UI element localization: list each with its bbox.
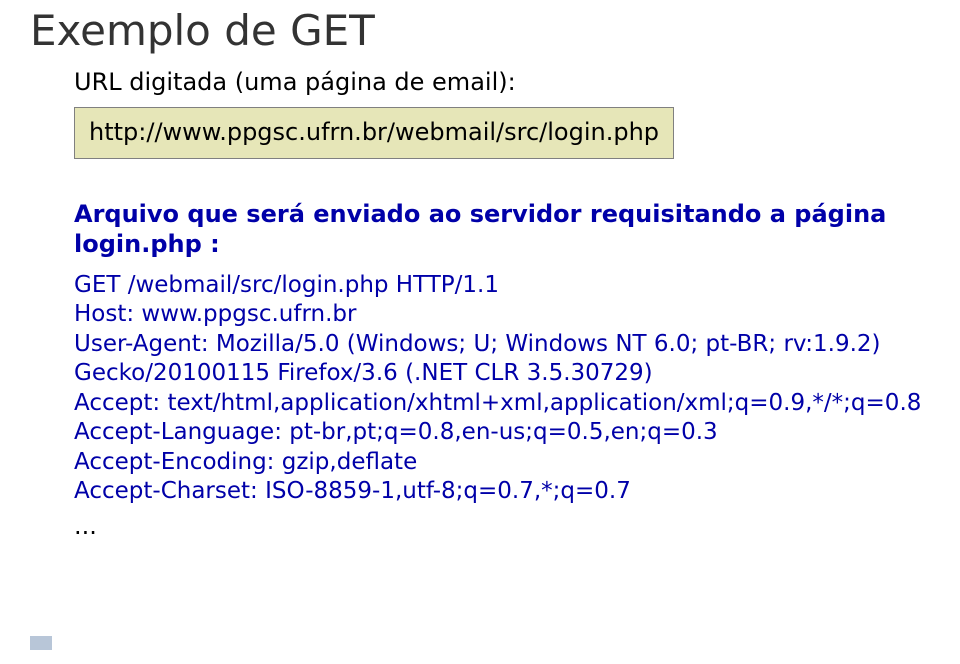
footer-decorative-square xyxy=(30,636,52,650)
http-request-line: Accept-Charset: ISO-8859-1,utf-8;q=0.7,*… xyxy=(74,477,930,506)
http-request-line: Accept: text/html,application/xhtml+xml,… xyxy=(74,389,930,418)
url-box: http://www.ppgsc.ufrn.br/webmail/src/log… xyxy=(74,107,674,159)
ellipsis: ... xyxy=(74,512,930,540)
http-request-line: Accept-Language: pt-br,pt;q=0.8,en-us;q=… xyxy=(74,418,930,447)
http-request-block: GET /webmail/src/login.php HTTP/1.1 Host… xyxy=(74,271,930,507)
http-request-line: Host: www.ppgsc.ufrn.br xyxy=(74,300,930,329)
http-request-line: GET /webmail/src/login.php HTTP/1.1 xyxy=(74,271,930,300)
http-request-line: User-Agent: Mozilla/5.0 (Windows; U; Win… xyxy=(74,330,930,389)
http-request-line: Accept-Encoding: gzip,deflate xyxy=(74,448,930,477)
request-intro: Arquivo que será enviado ao servidor req… xyxy=(74,199,930,259)
slide: Exemplo de GET URL digitada (uma página … xyxy=(0,0,960,664)
subhead-url-label: URL digitada (uma página de email): xyxy=(74,68,930,97)
slide-title: Exemplo de GET xyxy=(30,8,930,54)
